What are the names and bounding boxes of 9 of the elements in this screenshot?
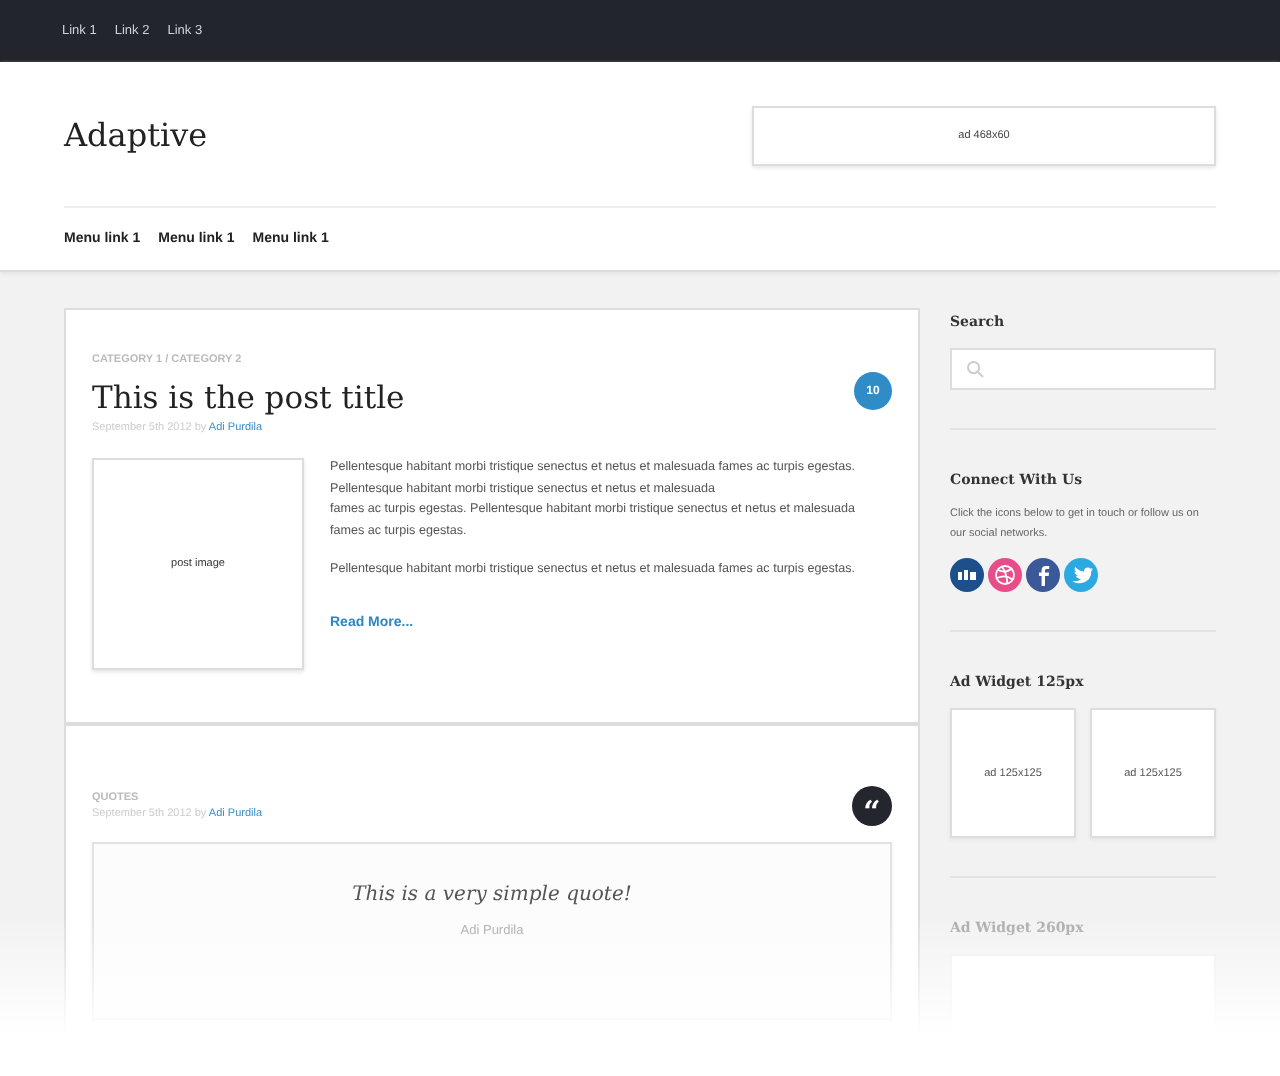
quote-badge: “ xyxy=(852,786,892,826)
letter-f-icon[interactable] xyxy=(1026,558,1060,592)
search-icon xyxy=(966,360,984,378)
search-field[interactable] xyxy=(950,348,1216,390)
site-logo[interactable]: Adaptive xyxy=(64,115,208,153)
quote-text: This is a very simple quote! xyxy=(350,884,634,906)
bars-icon[interactable] xyxy=(950,558,984,592)
post-title[interactable]: This is the post title xyxy=(92,380,405,416)
ball-icon[interactable] xyxy=(988,558,1022,592)
